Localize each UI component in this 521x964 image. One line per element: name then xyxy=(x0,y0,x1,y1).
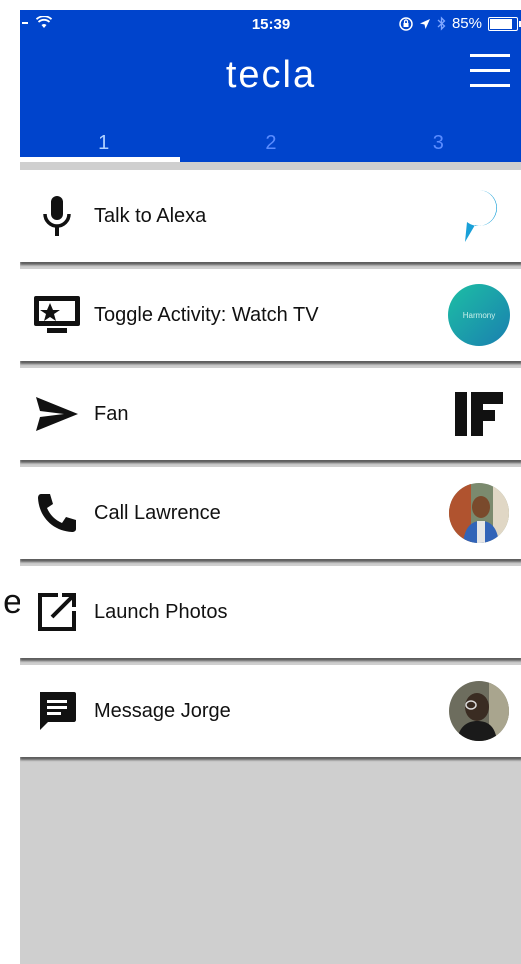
action-row-watch-tv[interactable]: Toggle Activity: Watch TV Harmony xyxy=(20,269,521,361)
app-title: tecla xyxy=(225,54,317,96)
action-row-message-jorge[interactable]: Message Jorge xyxy=(20,665,521,757)
ifttt-logo-icon xyxy=(455,392,503,436)
bluetooth-icon xyxy=(437,16,446,31)
tab-bar: 1 2 3 xyxy=(20,130,521,162)
action-label: Launch Photos xyxy=(94,600,228,623)
battery-icon xyxy=(488,16,521,31)
action-row-call-lawrence[interactable]: Call Lawrence xyxy=(20,467,521,559)
action-row-launch-photos[interactable]: Launch Photos xyxy=(20,566,521,658)
action-label: Fan xyxy=(94,402,129,425)
harmony-logo-icon: Harmony xyxy=(448,284,510,346)
action-list: Talk to Alexa Toggle Activity: Watch TV xyxy=(20,170,521,757)
app-screen: 15:39 85% tecla 1 2 3 Talk to Alexa Togg… xyxy=(20,10,521,964)
stray-text-fragment: e xyxy=(3,583,22,621)
action-label: Call Lawrence xyxy=(94,501,221,524)
microphone-icon xyxy=(43,196,71,236)
phone-icon xyxy=(38,494,76,532)
action-row-talk-to-alexa[interactable]: Talk to Alexa xyxy=(20,170,521,262)
hamburger-menu-icon[interactable] xyxy=(470,54,510,92)
battery-percent: 85% xyxy=(451,15,482,32)
alexa-logo-icon xyxy=(465,190,497,242)
send-icon xyxy=(36,397,78,431)
rotation-lock-icon xyxy=(399,16,413,31)
open-external-icon xyxy=(38,593,76,631)
tab-2[interactable]: 2 xyxy=(187,130,354,162)
action-label: Message Jorge xyxy=(94,699,231,722)
contact-avatar-jorge xyxy=(449,681,509,741)
action-label: Toggle Activity: Watch TV xyxy=(94,303,319,326)
status-bar: 15:39 85% xyxy=(20,10,521,40)
active-tab-indicator xyxy=(20,157,180,162)
tv-activity-icon xyxy=(34,296,80,333)
contact-avatar-lawrence xyxy=(449,483,509,543)
tab-3[interactable]: 3 xyxy=(355,130,521,162)
location-icon xyxy=(419,18,430,29)
message-icon xyxy=(40,692,76,730)
action-label: Talk to Alexa xyxy=(94,204,207,227)
title-row: tecla xyxy=(20,40,521,130)
status-right: 85% xyxy=(399,15,521,32)
battery-level xyxy=(490,18,512,29)
app-header: 15:39 85% tecla 1 2 3 xyxy=(20,10,521,162)
action-row-fan[interactable]: Fan xyxy=(20,368,521,460)
